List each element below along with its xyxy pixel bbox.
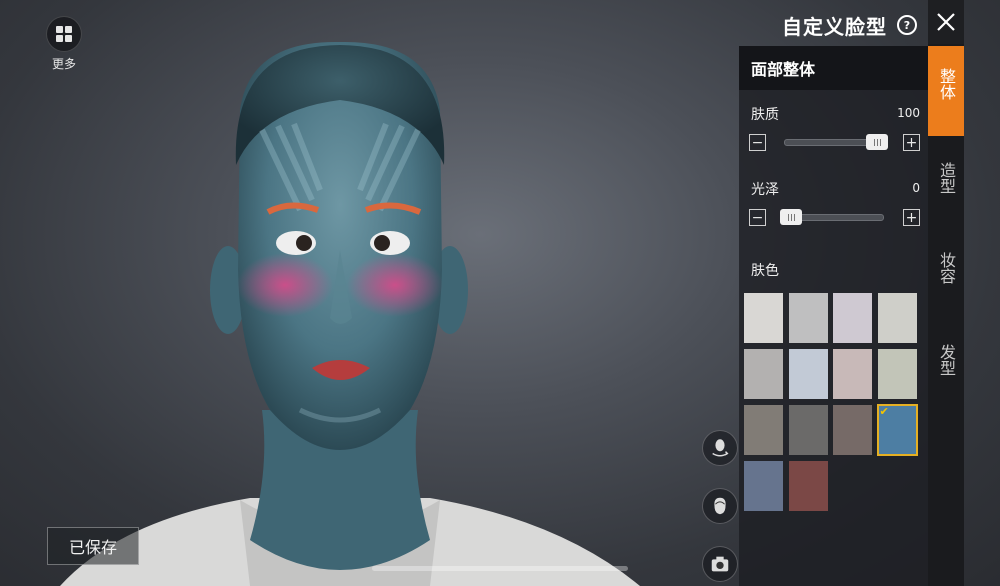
camera-button[interactable] (702, 546, 738, 582)
gloss-slider-thumb[interactable] (780, 209, 802, 225)
home-indicator (372, 566, 628, 571)
page-title: 自定义脸型 (782, 14, 887, 39)
tab-makeup[interactable]: 妆容 (928, 252, 964, 284)
category-tabs: 整体 造型 妆容 发型 (928, 44, 964, 586)
grid-icon-wrap (46, 16, 82, 52)
skin-swatch[interactable] (788, 349, 828, 399)
tab-shape[interactable]: 造型 (928, 162, 964, 194)
tab-shape-label: 造型 (937, 162, 956, 194)
character-preview[interactable] (0, 0, 760, 586)
gloss-increase-button[interactable]: + (903, 209, 920, 226)
slider-value-texture: 100 (897, 106, 920, 120)
skin-swatch[interactable] (877, 349, 917, 399)
hair-head-icon (714, 497, 726, 515)
skin-swatch[interactable] (833, 293, 872, 343)
gloss-decrease-button[interactable]: − (749, 209, 766, 226)
skin-swatch[interactable] (788, 405, 828, 455)
skin-swatch[interactable]: ✔ (876, 404, 918, 456)
skin-swatch[interactable] (744, 405, 783, 455)
more-button[interactable]: 更多 (46, 16, 82, 72)
tab-overall[interactable]: 整体 (928, 46, 964, 136)
texture-slider[interactable] (784, 134, 888, 150)
slider-value-gloss: 0 (912, 181, 920, 195)
close-button[interactable] (928, 0, 964, 44)
camera-icon (711, 556, 729, 572)
skin-swatch[interactable] (744, 461, 783, 511)
tab-overall-label: 整体 (937, 68, 956, 100)
skin-swatch[interactable] (788, 293, 828, 343)
saved-button[interactable]: 已保存 (47, 527, 139, 565)
grid-icon (56, 26, 72, 42)
skin-swatch[interactable] (788, 461, 828, 511)
slider-label-texture: 肤质 (751, 107, 779, 123)
help-icon[interactable]: ? (897, 15, 917, 35)
tab-hair-label: 发型 (937, 344, 956, 376)
skin-color-label: 肤色 (751, 263, 779, 279)
tab-makeup-label: 妆容 (937, 252, 956, 284)
texture-decrease-button[interactable]: − (749, 134, 766, 151)
skin-swatch[interactable] (744, 349, 783, 399)
slider-label-gloss: 光泽 (751, 182, 779, 198)
skin-swatch[interactable] (744, 293, 783, 343)
more-label: 更多 (51, 57, 76, 71)
skin-swatch[interactable] (833, 349, 872, 399)
face-rotate-icon (712, 439, 729, 457)
tab-hair[interactable]: 发型 (928, 344, 964, 376)
face-rotate-button[interactable] (702, 430, 738, 466)
close-icon (937, 13, 955, 31)
hair-view-button[interactable] (702, 488, 738, 524)
texture-increase-button[interactable]: + (903, 134, 920, 151)
skin-swatch[interactable] (833, 405, 872, 455)
skin-swatch[interactable] (877, 293, 917, 343)
gloss-slider[interactable] (780, 209, 884, 225)
section-title: 面部整体 (739, 46, 928, 90)
title-bar: 自定义脸型 ? (782, 9, 917, 41)
texture-slider-thumb[interactable] (866, 134, 888, 150)
face-settings-panel: 面部整体 肤质 100 − + 光泽 0 − + 肤色 ✔ (739, 46, 928, 586)
checkmark-icon: ✔ (879, 405, 889, 418)
